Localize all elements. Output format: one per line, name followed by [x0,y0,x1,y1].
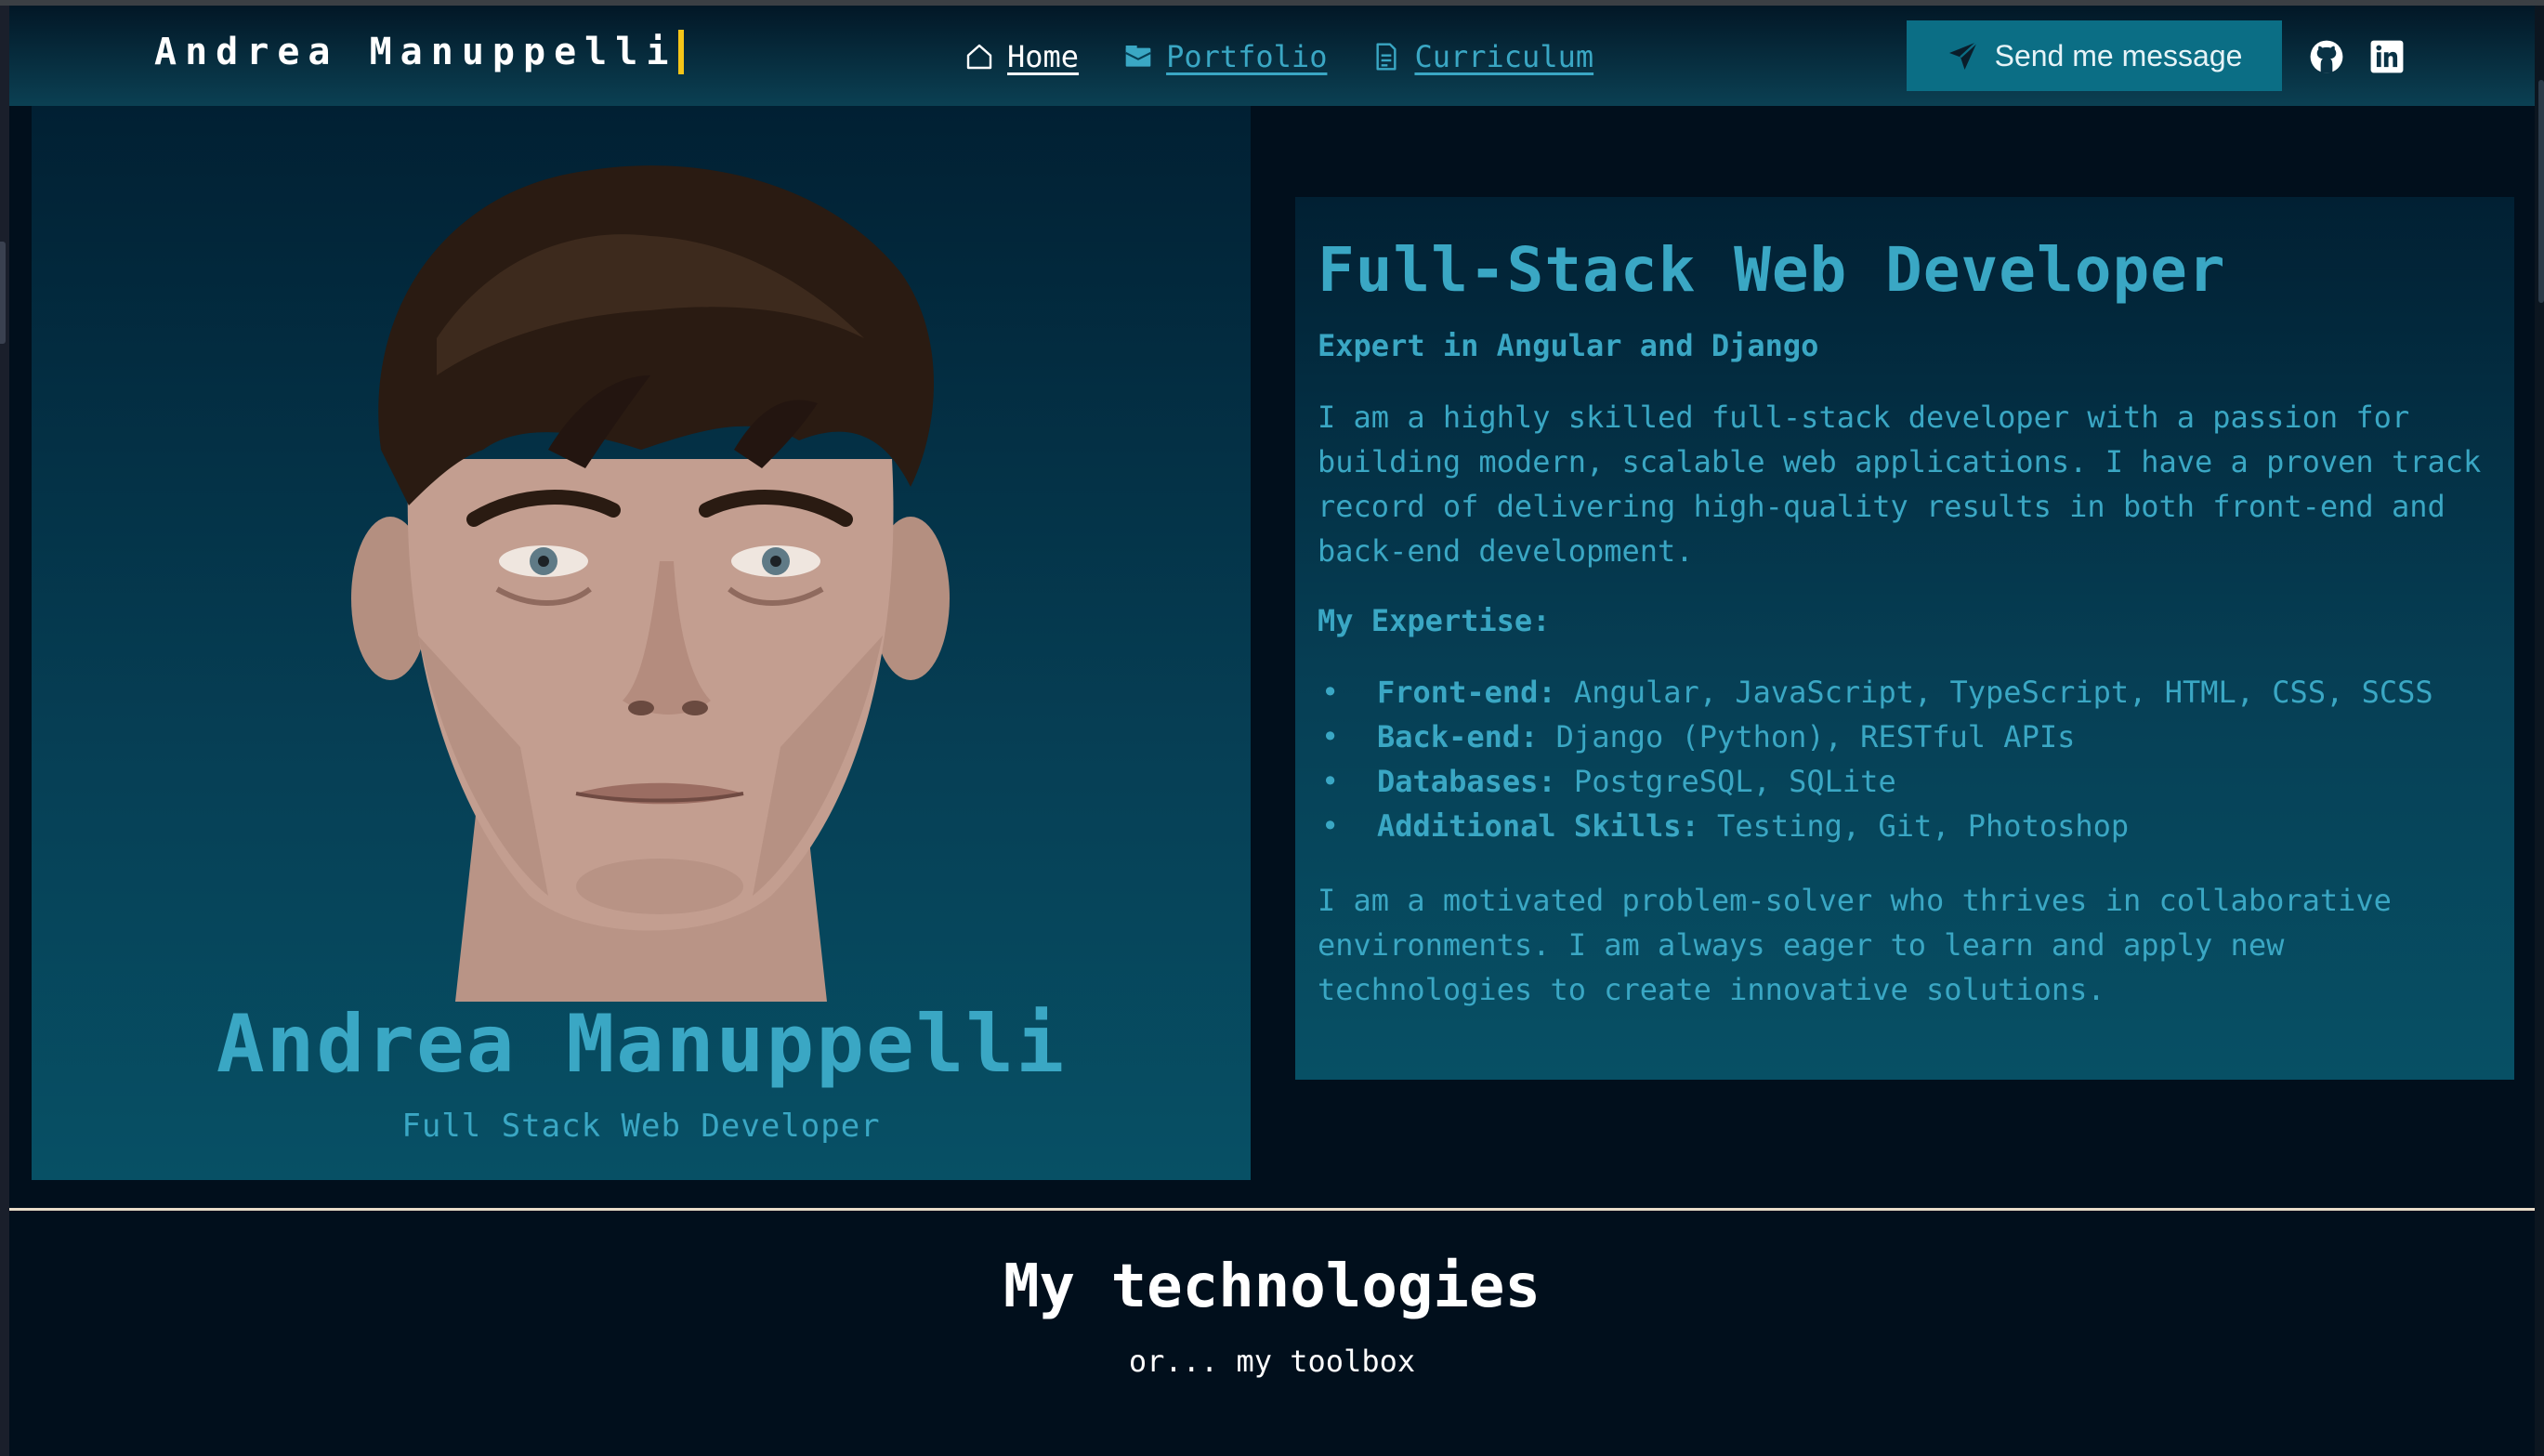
scrollbar-track[interactable] [2535,6,2544,1456]
typing-caret [678,30,685,74]
nav-link-curriculum-label: Curriculum [1414,39,1594,74]
send-message-button[interactable]: Send me message [1907,20,2282,91]
expertise-list: Front-end: Angular, JavaScript, TypeScri… [1318,670,2514,848]
folder-icon [1125,46,1151,67]
expertise-label: Back-end: [1377,719,1539,754]
about-title: Full-Stack Web Developer [1318,234,2226,306]
brand-name: Andrea Manuppelli [154,31,677,73]
brand-logo-text[interactable]: Andrea Manuppelli [154,30,685,74]
technologies-title: My technologies [1003,1253,1541,1321]
window-left-edge [0,6,9,1456]
section-divider [9,1208,2535,1211]
document-icon [1376,43,1397,71]
list-item: Databases: PostgreSQL, SQLite [1318,759,2514,804]
profile-portrait [351,165,950,1002]
profile-card: Andrea Manuppelli Full Stack Web Develop… [32,106,1251,1180]
scrollbar-thumb[interactable] [2538,80,2544,303]
paper-plane-icon [1948,41,1978,70]
list-item: Additional Skills: Testing, Git, Photosh… [1318,804,2514,848]
profile-name: Andrea Manuppelli [216,998,1067,1091]
about-intro: I am a highly skilled full-stack develop… [1318,400,2482,569]
about-outro: I am a motivated problem-solver who thri… [1318,883,2392,1007]
list-item: Back-end: Django (Python), RESTful APIs [1318,715,2514,759]
expertise-label: Databases: [1377,764,1556,799]
expertise-value: Testing, Git, Photoshop [1698,808,2130,844]
technologies-subtitle: or... my toolbox [1128,1344,1416,1379]
nav-link-curriculum[interactable]: Curriculum [1371,39,1593,74]
expertise-value: Angular, JavaScript, TypeScript, HTML, C… [1555,675,2433,710]
expertise-value: Django (Python), RESTful APIs [1538,719,2076,754]
list-item: Front-end: Angular, JavaScript, TypeScri… [1318,670,2514,715]
nav-link-portfolio-label: Portfolio [1166,39,1328,74]
nav-link-home-label: Home [1007,39,1080,74]
profile-role: Full Stack Web Developer [401,1108,881,1145]
expertise-label: Additional Skills: [1377,808,1699,844]
about-card: Full-Stack Web Developer Expert in Angul… [1295,197,2514,1080]
nav-link-home[interactable]: Home [964,39,1079,74]
send-message-label: Send me message [1994,38,2243,72]
about-subtitle: Expert in Angular and Django [1318,328,1819,363]
home-icon [966,44,992,70]
nav-link-portfolio[interactable]: Portfolio [1123,39,1327,74]
top-navbar: Andrea Manuppelli Home Portfolio Curricu… [9,6,2535,106]
expertise-value: PostgreSQL, SQLite [1555,764,1896,799]
expertise-label: Front-end: [1377,675,1556,710]
nav-links: Home Portfolio Curriculum [964,39,1593,74]
linkedin-icon[interactable] [2369,39,2405,74]
github-icon[interactable] [2309,39,2344,74]
expertise-heading: My Expertise: [1318,603,1551,638]
window-side-handle [0,242,6,344]
